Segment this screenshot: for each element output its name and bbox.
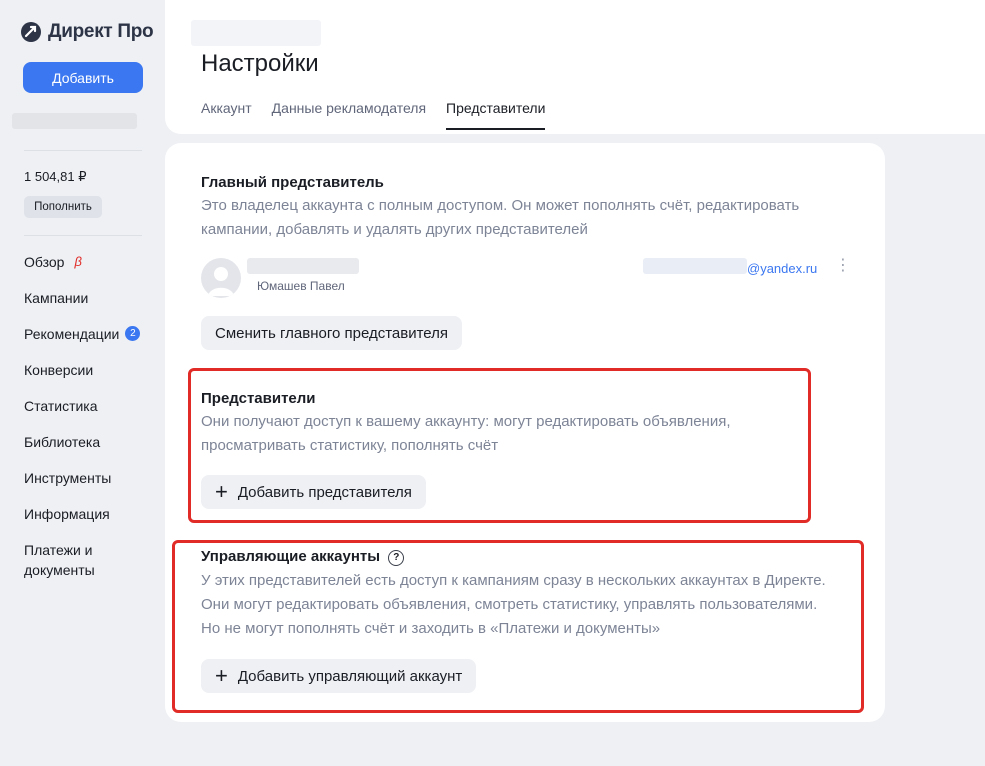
button-label: Добавить управляющий аккаунт — [237, 667, 463, 685]
beta-badge: β — [74, 254, 82, 269]
avatar — [201, 258, 241, 298]
sidebar-item-label: Платежи и документы — [24, 542, 95, 578]
sidebar-item-label: Информация — [24, 506, 110, 522]
main-rep-desc: Это владелец аккаунта с полным доступом.… — [201, 197, 800, 238]
sidebar-item-library[interactable]: Библиотека — [24, 432, 159, 468]
button-label: Сменить главного представителя — [215, 324, 449, 342]
sidebar-item-campaigns[interactable]: Кампании — [24, 288, 159, 324]
sidebar-item-label: Конверсии — [24, 362, 94, 378]
managing-title-text: Управляющие аккаунты — [201, 548, 381, 565]
more-options-icon[interactable]: ⋮ — [835, 258, 851, 274]
reps-title: Представители — [201, 390, 316, 407]
sidebar-item-information[interactable]: Информация — [24, 504, 159, 540]
page-header: Настройки Аккаунт Данные рекламодателя П… — [165, 0, 985, 134]
tab-representatives[interactable]: Представители — [446, 100, 546, 130]
logo-text: Директ Про — [48, 21, 154, 42]
person-name: Юмашев Павел — [257, 279, 345, 293]
sidebar-nav: Обзор β Кампании Рекомендации 2 Конверси… — [24, 252, 159, 584]
account-login-redacted — [12, 113, 137, 129]
sidebar-item-label: Библиотека — [24, 434, 101, 450]
sidebar-item-payments[interactable]: Платежи и документы — [24, 540, 159, 584]
add-button[interactable]: Добавить — [23, 62, 143, 93]
sidebar-item-conversions[interactable]: Конверсии — [24, 360, 159, 396]
main-rep-title: Главный представитель — [201, 174, 384, 191]
sidebar-item-overview[interactable]: Обзор β — [24, 252, 159, 288]
sidebar-item-label: Кампании — [24, 290, 89, 306]
sidebar-item-label: Инструменты — [24, 470, 112, 486]
change-main-rep-button[interactable]: Сменить главного представителя — [201, 316, 463, 350]
add-rep-button[interactable]: + Добавить представителя — [201, 475, 426, 509]
tab-account[interactable]: Аккаунт — [201, 100, 252, 130]
email-link[interactable]: @yandex.ru — [747, 261, 817, 276]
sidebar-divider — [24, 150, 142, 151]
direct-logo-icon — [21, 22, 41, 42]
logo[interactable]: Директ Про — [20, 20, 154, 44]
representatives-card: Главный представитель Это владелец аккау… — [165, 143, 885, 722]
plus-icon: + — [215, 479, 228, 504]
reps-desc: Они получают доступ к вашему аккаунту: м… — [201, 413, 731, 454]
email-login-redacted — [643, 258, 747, 274]
button-label: Добавить представителя — [237, 483, 412, 501]
sidebar-item-tools[interactable]: Инструменты — [24, 468, 159, 504]
sidebar-item-label: Статистика — [24, 398, 98, 414]
balance: 1 504,81 ₽ — [24, 169, 87, 184]
sidebar-item-statistics[interactable]: Статистика — [24, 396, 159, 432]
add-managing-account-button[interactable]: + Добавить управляющий аккаунт — [201, 659, 477, 693]
sidebar-item-label: Рекомендации — [24, 326, 120, 342]
managing-title: Управляющие аккаунты ? — [201, 548, 405, 566]
page-title: Настройки — [201, 50, 319, 77]
sidebar: Директ Про Добавить 1 504,81 ₽ Пополнить… — [0, 0, 165, 766]
help-icon[interactable]: ? — [388, 549, 405, 566]
sidebar-item-recommendations[interactable]: Рекомендации 2 — [24, 324, 159, 360]
sidebar-divider — [24, 235, 142, 236]
sidebar-item-label: Обзор — [24, 254, 65, 270]
managing-desc: У этих представителей есть доступ к камп… — [201, 572, 826, 637]
topup-button[interactable]: Пополнить — [24, 196, 102, 218]
plus-icon: + — [215, 663, 228, 688]
tab-advertiser-data[interactable]: Данные рекламодателя — [272, 100, 426, 130]
tabs: Аккаунт Данные рекламодателя Представите… — [201, 100, 546, 130]
count-badge: 2 — [125, 326, 141, 341]
user-avatar-icon — [208, 267, 234, 296]
person-login-redacted — [247, 258, 359, 274]
breadcrumb-redacted — [191, 20, 321, 46]
